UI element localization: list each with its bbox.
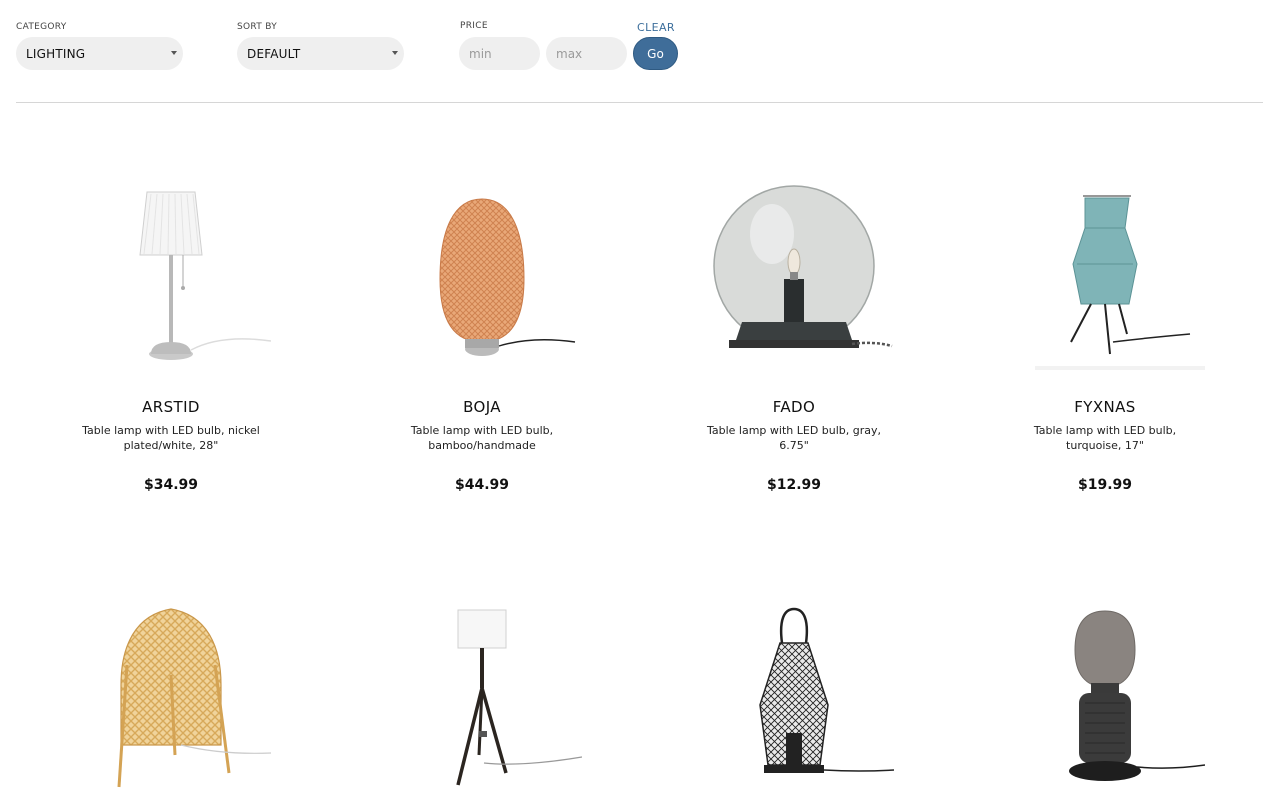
- sort-value: DEFAULT: [247, 46, 301, 61]
- sort-label: SORT BY: [237, 22, 278, 32]
- divider: [16, 102, 1263, 103]
- product-name: BOJA: [463, 398, 501, 416]
- product-card[interactable]: [332, 605, 632, 800]
- product-price: $44.99: [454, 477, 510, 493]
- bamboo-lamp-image: [382, 184, 582, 374]
- product-card[interactable]: [644, 605, 944, 800]
- category-label: CATEGORY: [16, 22, 67, 32]
- product-name: FADO: [772, 398, 816, 416]
- filter-bar: CATEGORY LIGHTING SORT BY DEFAULT PRICE …: [0, 0, 1280, 104]
- price-min-input[interactable]: [459, 37, 540, 70]
- sort-select[interactable]: DEFAULT: [237, 37, 404, 70]
- clear-filters-link[interactable]: CLEAR: [637, 21, 675, 34]
- product-description: Table lamp with LED bulb, turquoise, 17": [1033, 424, 1177, 452]
- product-price: $12.99: [766, 477, 822, 493]
- category-select[interactable]: LIGHTING: [16, 37, 183, 70]
- price-max-input[interactable]: [546, 37, 627, 70]
- product-description: Table lamp with LED bulb, gray, 6.75": [706, 424, 882, 452]
- table-lamp-white-shade-image: [71, 184, 271, 374]
- product-price: $34.99: [143, 477, 199, 493]
- bamboo-cage-lamp-image: [71, 605, 271, 795]
- product-card[interactable]: ARSTID Table lamp with LED bulb, nickel …: [21, 191, 321, 493]
- product-card[interactable]: [955, 605, 1255, 800]
- turquoise-lamp-image: [1005, 184, 1205, 374]
- chevron-down-icon: [392, 51, 398, 55]
- chevron-down-icon: [171, 51, 177, 55]
- category-value: LIGHTING: [26, 46, 86, 61]
- product-card[interactable]: FADO Table lamp with LED bulb, gray, 6.7…: [644, 185, 944, 493]
- product-description: Table lamp with LED bulb, nickel plated/…: [82, 424, 260, 452]
- product-price: $19.99: [1077, 477, 1133, 493]
- tripod-floor-lamp-image: [382, 605, 582, 795]
- product-name: FYXNAS: [1074, 398, 1136, 416]
- product-card[interactable]: [21, 605, 321, 800]
- glass-globe-lamp-image: [694, 184, 894, 374]
- speaker-lamp-image: [1005, 605, 1205, 795]
- wire-lantern-lamp-image: [694, 605, 894, 795]
- go-button[interactable]: Go: [633, 37, 678, 70]
- product-name: ARSTID: [142, 398, 200, 416]
- product-description: Table lamp with LED bulb, bamboo/handmad…: [410, 424, 554, 452]
- product-card[interactable]: FYXNAS Table lamp with LED bulb, turquoi…: [955, 192, 1255, 493]
- price-label: PRICE: [460, 21, 488, 31]
- product-card[interactable]: BOJA Table lamp with LED bulb, bamboo/ha…: [332, 192, 632, 493]
